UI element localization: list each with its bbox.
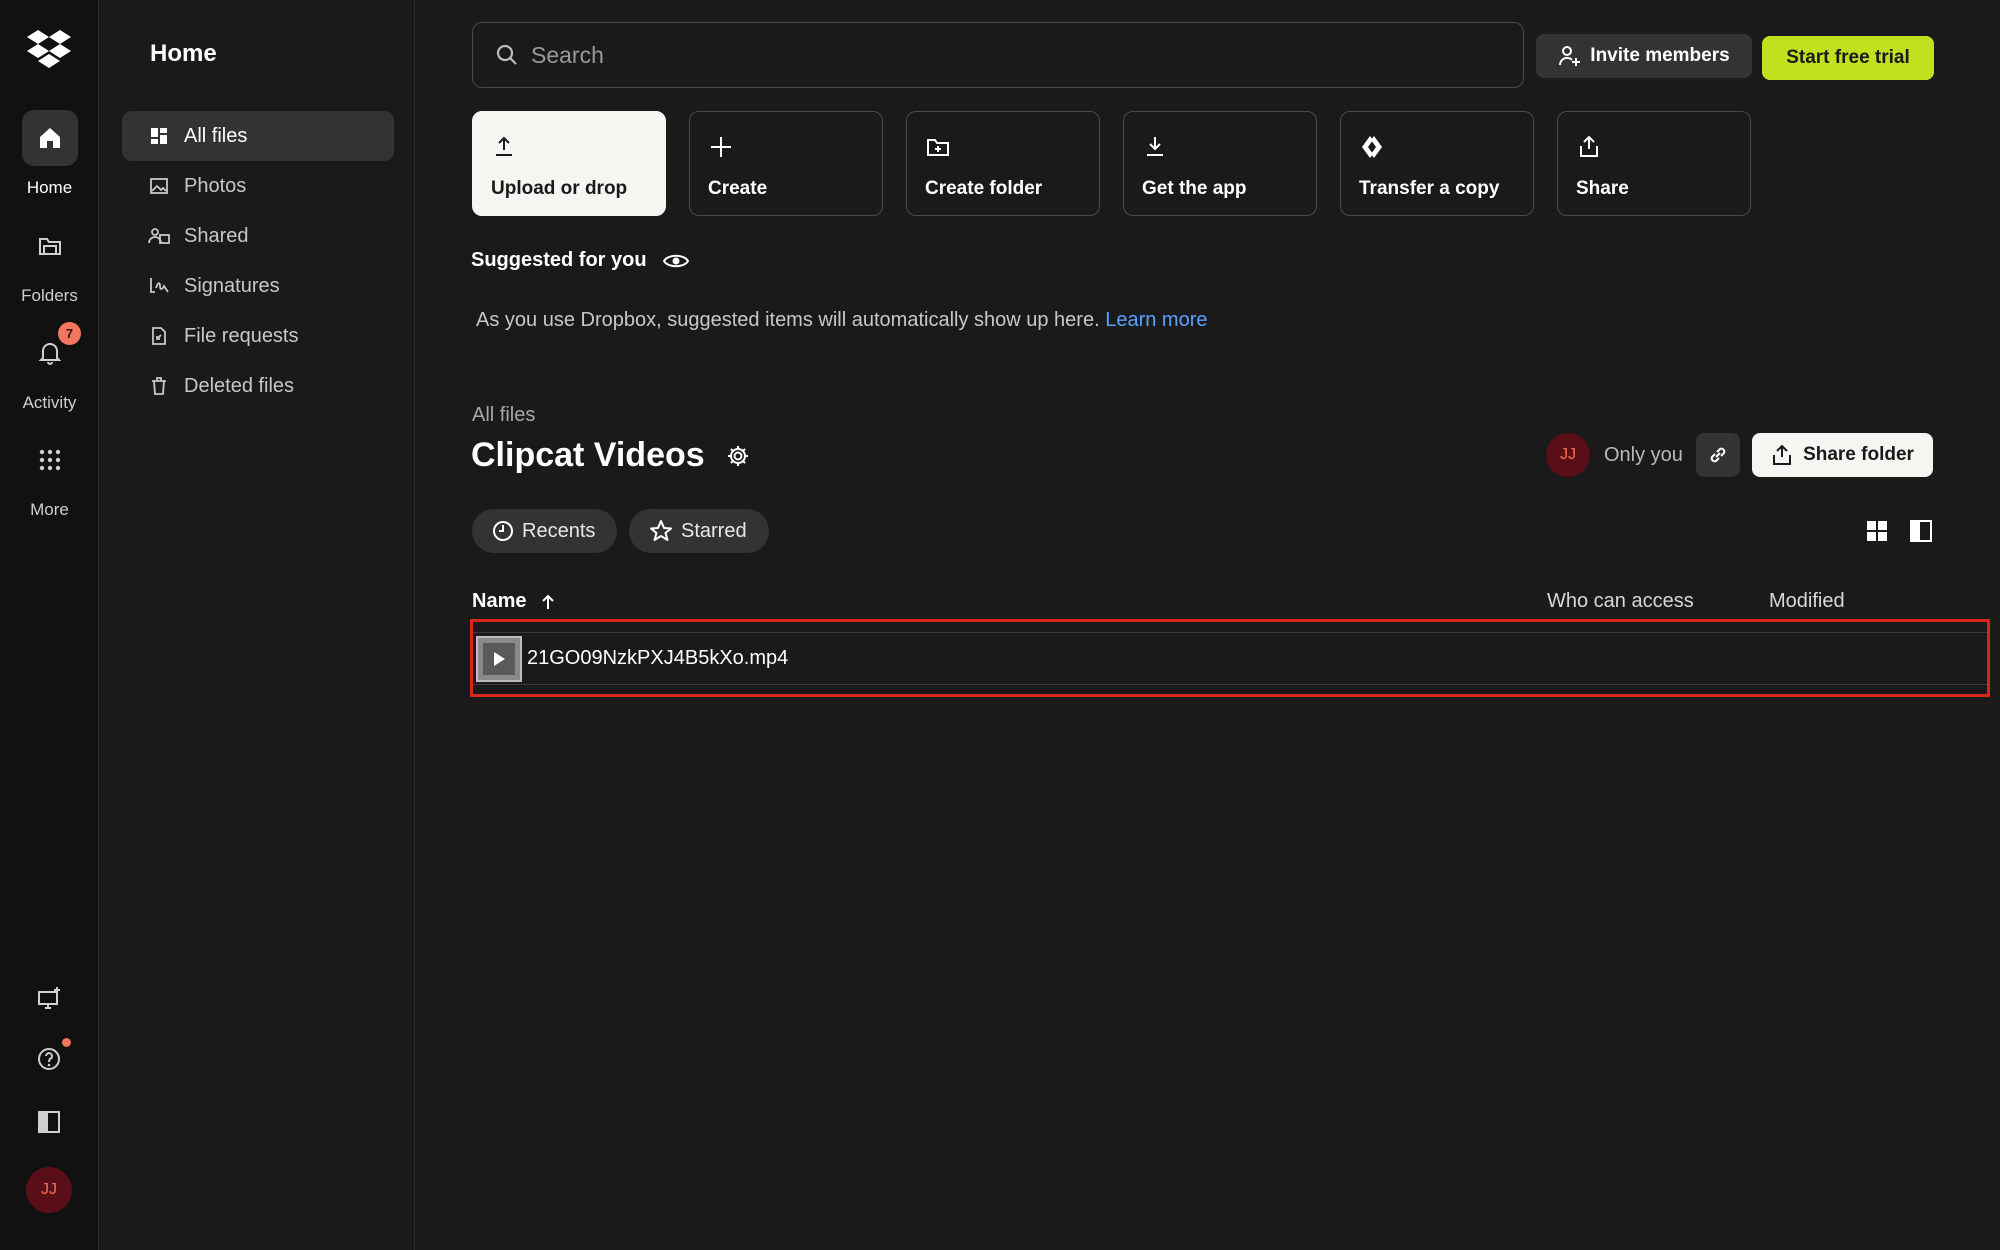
sidebar-item-photos[interactable]: Photos [122,161,394,211]
sidebar: Home All files Photos Shared Signatures … [100,0,415,1250]
eye-icon[interactable] [662,252,689,270]
sidebar-item-label: Shared [184,224,249,247]
invite-members-button[interactable]: Invite members [1536,34,1752,78]
starred-chip[interactable]: Starred [629,509,769,553]
folder-plus-icon [927,139,949,156]
upload-label: Upload or drop [491,178,628,199]
access-label: Only you [1604,444,1683,466]
transfer-icon [1362,136,1382,158]
activity-count-badge: 7 [58,322,81,345]
dropbox-logo-icon[interactable] [26,28,72,70]
add-user-icon [1559,46,1581,66]
video-thumbnail [476,635,522,682]
sort-ascending-icon [542,594,555,609]
upload-icon [496,136,512,156]
sidebar-item-shared[interactable]: Shared [122,211,394,261]
sidebar-item-label: Photos [184,174,247,197]
download-icon [1147,137,1163,156]
rail-more-label: More [30,500,69,519]
play-icon [483,642,515,675]
sidebar-title: Home [150,40,217,67]
sidebar-item-file-requests[interactable]: File requests [122,311,394,361]
suggested-heading: Suggested for you [471,249,689,272]
share-folder-label: Share folder [1803,444,1914,465]
start-free-trial-button[interactable]: Start free trial [1762,36,1934,80]
sidebar-item-label: File requests [184,324,299,347]
get-app-tile[interactable]: Get the app [1123,111,1317,216]
star-icon [650,520,672,541]
upload-tile[interactable]: Upload or drop [472,111,666,216]
column-access-header[interactable]: Who can access [1547,590,1694,613]
sidebar-item-label: Signatures [184,274,280,297]
grid-dots-icon [22,432,78,488]
rail-activity[interactable]: Activity [0,325,99,413]
transfer-tile[interactable]: Transfer a copy [1340,111,1534,216]
shared-icon [148,225,170,247]
clock-icon [493,521,513,541]
create-tile[interactable]: Create [689,111,883,216]
breadcrumb[interactable]: All files [472,404,535,427]
sidebar-item-label: Deleted files [184,374,295,397]
rail-activity-label: Activity [22,393,77,412]
rail-folders[interactable]: Folders [0,218,99,306]
recents-chip[interactable]: Recents [472,509,618,553]
get-app-label: Get the app [1142,178,1247,199]
search-icon [496,44,517,65]
starred-label: Starred [681,519,747,542]
info-panel-icon[interactable] [1908,518,1934,544]
signatures-icon [148,275,170,297]
search-placeholder: Search [531,41,604,68]
sidebar-item-label: All files [184,124,248,147]
recents-label: Recents [522,519,596,542]
help-notification-dot [62,1038,71,1047]
left-rail: Home Folders Activity 7 More JJ [0,0,99,1250]
share-tile[interactable]: Share [1557,111,1751,216]
panel-toggle-icon[interactable] [29,1102,69,1142]
plus-icon [711,137,731,157]
search-input[interactable]: Search [472,22,1524,88]
trash-icon [148,375,170,397]
sidebar-item-deleted-files[interactable]: Deleted files [122,361,394,411]
desktop-app-icon[interactable] [29,979,69,1019]
share-icon [1580,135,1598,157]
all-files-icon [148,125,170,147]
file-requests-icon [148,325,170,347]
rail-more[interactable]: More [0,432,99,520]
owner-avatar[interactable]: JJ [1546,433,1590,477]
rail-home-label: Home [26,178,73,197]
rail-folders-label: Folders [21,286,78,305]
copy-link-button[interactable] [1696,433,1740,477]
share-label: Share [1576,178,1629,199]
page-title: Clipcat Videos [471,436,749,475]
transfer-label: Transfer a copy [1359,178,1500,199]
home-icon [21,110,78,166]
table-row-content: 21GO09NzkPXJ4B5kXo.mp4 [473,632,1987,685]
rail-home[interactable]: Home [0,110,99,198]
suggested-empty-text: As you use Dropbox, suggested items will… [476,309,1208,332]
share-icon [1773,444,1792,465]
gear-icon[interactable] [727,445,749,467]
file-name[interactable]: 21GO09NzkPXJ4B5kXo.mp4 [527,647,788,670]
create-label: Create [708,178,768,199]
column-name-header[interactable]: Name [472,590,556,613]
learn-more-link[interactable]: Learn more [1105,309,1207,331]
suggested-title: Suggested for you [471,249,647,271]
sidebar-item-all-files[interactable]: All files [122,111,394,161]
photos-icon [148,175,170,197]
folder-title-text: Clipcat Videos [471,436,705,474]
invite-members-label: Invite members [1590,45,1730,66]
sidebar-item-signatures[interactable]: Signatures [122,261,394,311]
column-name-label: Name [472,590,527,612]
folder-icon [22,218,78,274]
table-row[interactable]: 21GO09NzkPXJ4B5kXo.mp4 [470,619,1990,697]
share-folder-button[interactable]: Share folder [1752,433,1933,477]
create-folder-tile[interactable]: Create folder [906,111,1100,216]
column-modified-header[interactable]: Modified [1769,590,1845,613]
suggested-message: As you use Dropbox, suggested items will… [476,309,1100,331]
grid-view-icon[interactable] [1864,518,1890,544]
user-avatar[interactable]: JJ [26,1167,72,1213]
link-icon [1710,447,1726,463]
create-folder-label: Create folder [925,178,1043,199]
